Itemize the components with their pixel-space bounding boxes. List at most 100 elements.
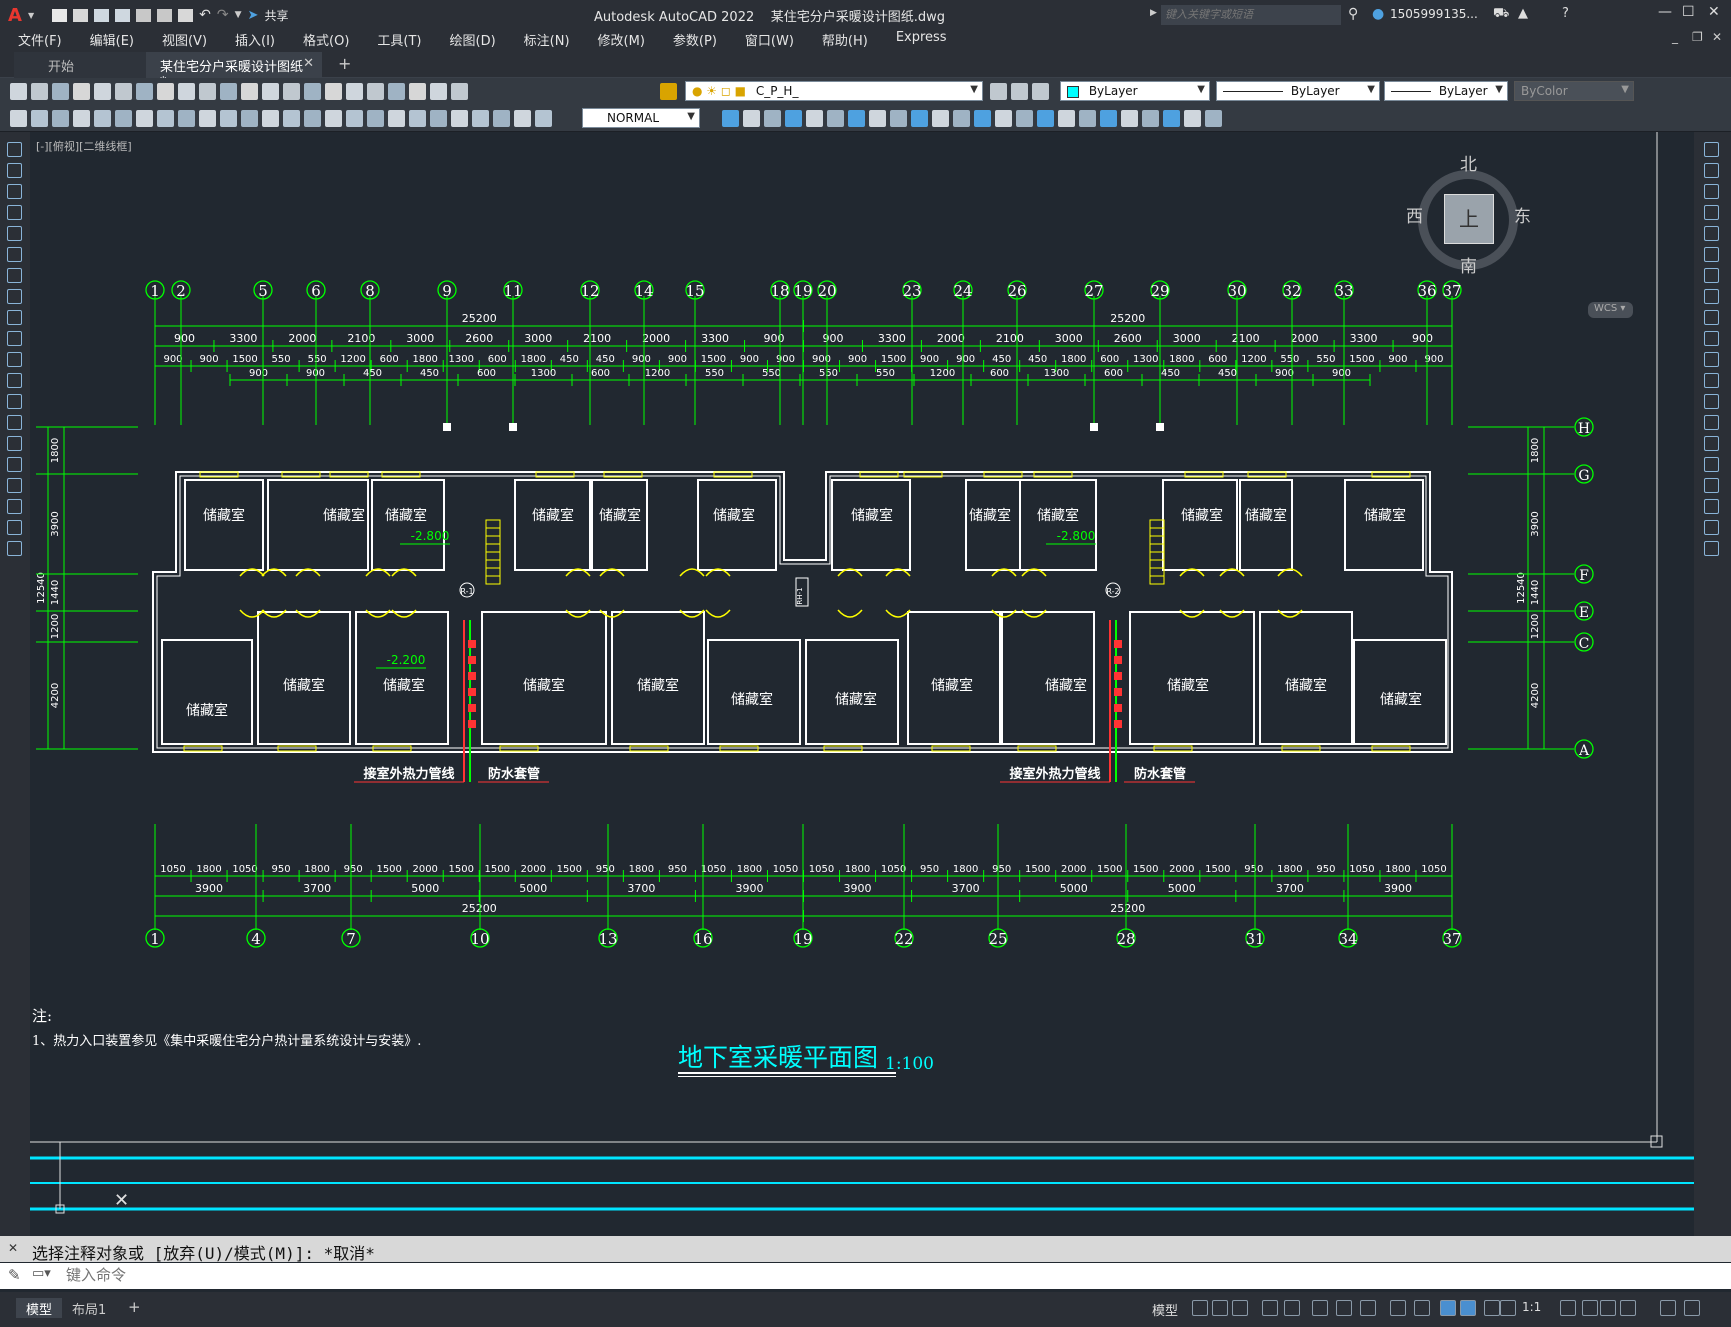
annotation-visibility-icon[interactable] bbox=[1484, 1300, 1500, 1316]
array-icon[interactable] bbox=[974, 110, 991, 127]
mirror-icon[interactable] bbox=[995, 110, 1012, 127]
dim-style-icon[interactable] bbox=[493, 110, 510, 127]
copy-icon[interactable] bbox=[1704, 163, 1719, 178]
command-input[interactable] bbox=[66, 1267, 666, 1284]
tolerance-icon[interactable] bbox=[346, 110, 363, 127]
region-icon[interactable] bbox=[1121, 110, 1138, 127]
tab-drawing[interactable]: 某住宅分户采暖设计图纸* ✕ bbox=[146, 52, 322, 90]
undo-icon[interactable] bbox=[220, 83, 237, 100]
join-icon[interactable] bbox=[890, 110, 907, 127]
save-web-icon[interactable] bbox=[157, 8, 173, 22]
properties-icon[interactable] bbox=[325, 83, 342, 100]
markup-icon[interactable] bbox=[409, 83, 426, 100]
add-selected-icon[interactable] bbox=[7, 541, 22, 556]
rectangle-icon[interactable] bbox=[7, 226, 22, 241]
extend-icon[interactable] bbox=[848, 110, 865, 127]
annotation-icon[interactable] bbox=[1582, 1300, 1598, 1316]
search-expand-icon[interactable]: ▶ bbox=[1150, 8, 1157, 18]
doc-minimize-icon[interactable]: _ bbox=[1672, 30, 1678, 44]
baseline-icon[interactable] bbox=[262, 110, 279, 127]
mirror-icon[interactable] bbox=[1704, 184, 1719, 199]
zoom-window-icon[interactable] bbox=[304, 83, 321, 100]
offset-icon[interactable] bbox=[1704, 205, 1719, 220]
extend-icon[interactable] bbox=[1704, 352, 1719, 367]
copy-icon[interactable] bbox=[157, 83, 174, 100]
menu-express[interactable]: Express bbox=[882, 30, 961, 49]
layer-dropdown[interactable]: ● ☀ ◻ ■ C_P_H_ ▼ bbox=[685, 81, 983, 101]
design-center-icon[interactable] bbox=[346, 83, 363, 100]
calculator-icon[interactable] bbox=[430, 83, 447, 100]
match-properties-icon[interactable] bbox=[199, 83, 216, 100]
search-input[interactable] bbox=[1161, 5, 1341, 25]
menu-modify[interactable]: 修改(M) bbox=[584, 30, 659, 49]
explode-icon[interactable] bbox=[953, 110, 970, 127]
plotstyle-dropdown[interactable]: ByColor ▼ bbox=[1514, 81, 1634, 101]
aligned-dim-icon[interactable] bbox=[94, 110, 111, 127]
dim-update-icon[interactable] bbox=[472, 110, 489, 127]
move-icon[interactable] bbox=[1704, 247, 1719, 262]
line-icon[interactable] bbox=[7, 142, 22, 157]
model-tab[interactable]: 模型 bbox=[16, 1298, 63, 1318]
redo-icon[interactable] bbox=[241, 83, 258, 100]
spline-icon[interactable] bbox=[7, 310, 22, 325]
explode-icon[interactable] bbox=[1704, 499, 1719, 514]
tool-palettes-icon[interactable] bbox=[367, 83, 384, 100]
mleader-icon[interactable] bbox=[514, 110, 531, 127]
command-close-icon[interactable]: ✕ bbox=[8, 1241, 18, 1255]
gradient-icon[interactable] bbox=[1100, 110, 1117, 127]
publish-icon[interactable] bbox=[115, 83, 132, 100]
jogged-icon[interactable] bbox=[178, 110, 195, 127]
radius-icon[interactable] bbox=[157, 110, 174, 127]
clean-screen-icon[interactable] bbox=[1660, 1300, 1676, 1316]
fillet-icon[interactable] bbox=[932, 110, 949, 127]
doc-restore-icon[interactable]: ❐ bbox=[1692, 30, 1703, 44]
stretch-icon[interactable] bbox=[806, 110, 823, 127]
save-icon[interactable] bbox=[52, 83, 69, 100]
multiline-text-icon[interactable] bbox=[7, 520, 22, 535]
new-icon[interactable] bbox=[52, 8, 68, 22]
open-icon[interactable] bbox=[73, 8, 89, 22]
jogged-linear-icon[interactable] bbox=[409, 110, 426, 127]
command-prompt-icon[interactable]: ▭▾ bbox=[32, 1266, 51, 1281]
share-button[interactable]: 共享 bbox=[264, 7, 288, 24]
linear-dim-icon[interactable] bbox=[73, 110, 90, 127]
compass-west[interactable]: 西 bbox=[1406, 202, 1423, 227]
stretch-icon[interactable] bbox=[1704, 310, 1719, 325]
command-wrench-icon[interactable]: ✎ bbox=[8, 1266, 21, 1284]
break-icon[interactable] bbox=[325, 110, 342, 127]
insert-block-icon[interactable] bbox=[7, 373, 22, 388]
pan-icon[interactable] bbox=[262, 83, 279, 100]
color-dropdown[interactable]: ByLayer ▼ bbox=[1060, 81, 1210, 101]
gradient-icon[interactable] bbox=[7, 457, 22, 472]
attribute-icon[interactable] bbox=[52, 110, 69, 127]
join-icon[interactable] bbox=[1704, 415, 1719, 430]
grid-icon[interactable] bbox=[1192, 1300, 1208, 1316]
dim-text-edit-icon[interactable] bbox=[451, 110, 468, 127]
space-icon[interactable] bbox=[304, 110, 321, 127]
sheet-set-icon[interactable] bbox=[388, 83, 405, 100]
lineweight-dropdown[interactable]: ByLayer ▼ bbox=[1384, 81, 1508, 101]
trim-icon[interactable] bbox=[827, 110, 844, 127]
menu-view[interactable]: 视图(V) bbox=[148, 30, 221, 49]
scale-icon[interactable] bbox=[785, 110, 802, 127]
layer-match-icon[interactable] bbox=[990, 83, 1007, 100]
annotation-monitor-icon[interactable] bbox=[1460, 1300, 1476, 1316]
angular-icon[interactable] bbox=[220, 110, 237, 127]
compass-north[interactable]: 北 bbox=[1460, 150, 1477, 175]
osnap-icon[interactable] bbox=[1360, 1300, 1376, 1316]
new-icon[interactable] bbox=[10, 83, 27, 100]
tab-start[interactable]: 开始 bbox=[14, 52, 146, 78]
erase-icon[interactable] bbox=[1037, 110, 1054, 127]
open-web-icon[interactable] bbox=[136, 8, 152, 22]
menu-help[interactable]: 帮助(H) bbox=[808, 30, 882, 49]
insert-icon[interactable] bbox=[31, 110, 48, 127]
snap-icon[interactable] bbox=[1212, 1300, 1228, 1316]
hardware-icon[interactable] bbox=[1620, 1300, 1636, 1316]
ellipse-icon[interactable] bbox=[7, 331, 22, 346]
revision-cloud-icon[interactable] bbox=[7, 289, 22, 304]
open-icon[interactable] bbox=[31, 83, 48, 100]
tab-close-icon[interactable]: ✕ bbox=[303, 56, 314, 71]
menu-window[interactable]: 窗口(W) bbox=[731, 30, 808, 49]
menu-draw[interactable]: 绘图(D) bbox=[436, 30, 510, 49]
point-icon[interactable] bbox=[7, 415, 22, 430]
